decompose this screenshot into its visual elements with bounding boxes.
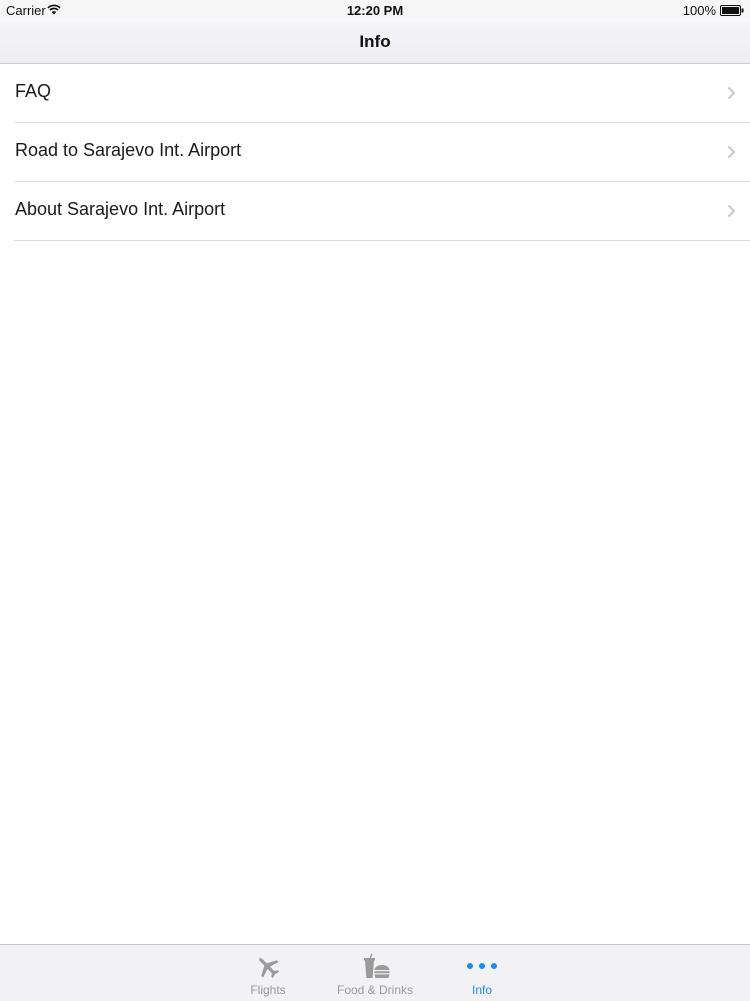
status-time: 12:20 PM	[346, 3, 404, 18]
chevron-right-icon	[727, 145, 736, 159]
tab-food-drinks[interactable]: Food & Drinks	[325, 945, 425, 1001]
tab-flights[interactable]: Flights	[218, 945, 318, 1001]
page-title: Info	[359, 32, 391, 51]
info-list: FAQ Road to Sarajevo Int. Airport About …	[0, 64, 750, 241]
battery-icon	[720, 5, 744, 16]
list-item-about-airport[interactable]: About Sarajevo Int. Airport	[14, 182, 750, 241]
tab-label: Info	[471, 983, 492, 997]
tab-bar: Flights Food & Drinks Info	[0, 944, 750, 1001]
tab-label: Food & Drinks	[336, 983, 414, 997]
more-dots-icon	[467, 963, 497, 969]
airplane-icon	[259, 958, 280, 979]
navigation-bar: Info	[0, 22, 750, 64]
battery-percentage: 100%	[682, 3, 716, 18]
status-bar: Carrier 12:20 PM 100%	[0, 0, 750, 22]
list-item-faq[interactable]: FAQ	[14, 64, 750, 123]
list-item-road-to-airport[interactable]: Road to Sarajevo Int. Airport	[14, 123, 750, 182]
list-item-label: FAQ	[15, 81, 52, 101]
tab-label: Flights	[250, 983, 286, 997]
food-drinks-icon	[364, 953, 390, 978]
list-item-label: Road to Sarajevo Int. Airport	[15, 140, 242, 160]
chevron-right-icon	[727, 204, 736, 218]
list-item-label: About Sarajevo Int. Airport	[15, 199, 226, 219]
tab-info[interactable]: Info	[432, 945, 532, 1001]
chevron-right-icon	[727, 86, 736, 100]
